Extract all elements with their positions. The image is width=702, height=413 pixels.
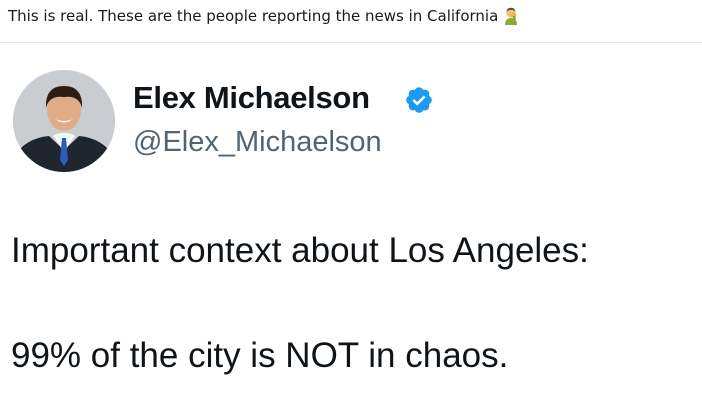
- author-name[interactable]: Elex Michaelson: [133, 79, 370, 117]
- author-handle[interactable]: @Elex_Michaelson: [133, 124, 382, 160]
- man-facepalming-emoji-icon: [503, 5, 519, 25]
- verified-badge-icon: [406, 87, 432, 113]
- tweet-text-line: Important context about Los Angeles:: [11, 231, 589, 270]
- post-caption: This is real. These are the people repor…: [8, 5, 519, 27]
- tweet-text-line: 99% of the city is NOT in chaos.: [11, 336, 509, 375]
- embedded-tweet-card: Elex Michaelson @Elex_Michaelson Importa…: [0, 43, 702, 413]
- avatar[interactable]: [13, 70, 115, 172]
- post-caption-text: This is real. These are the people repor…: [8, 7, 499, 25]
